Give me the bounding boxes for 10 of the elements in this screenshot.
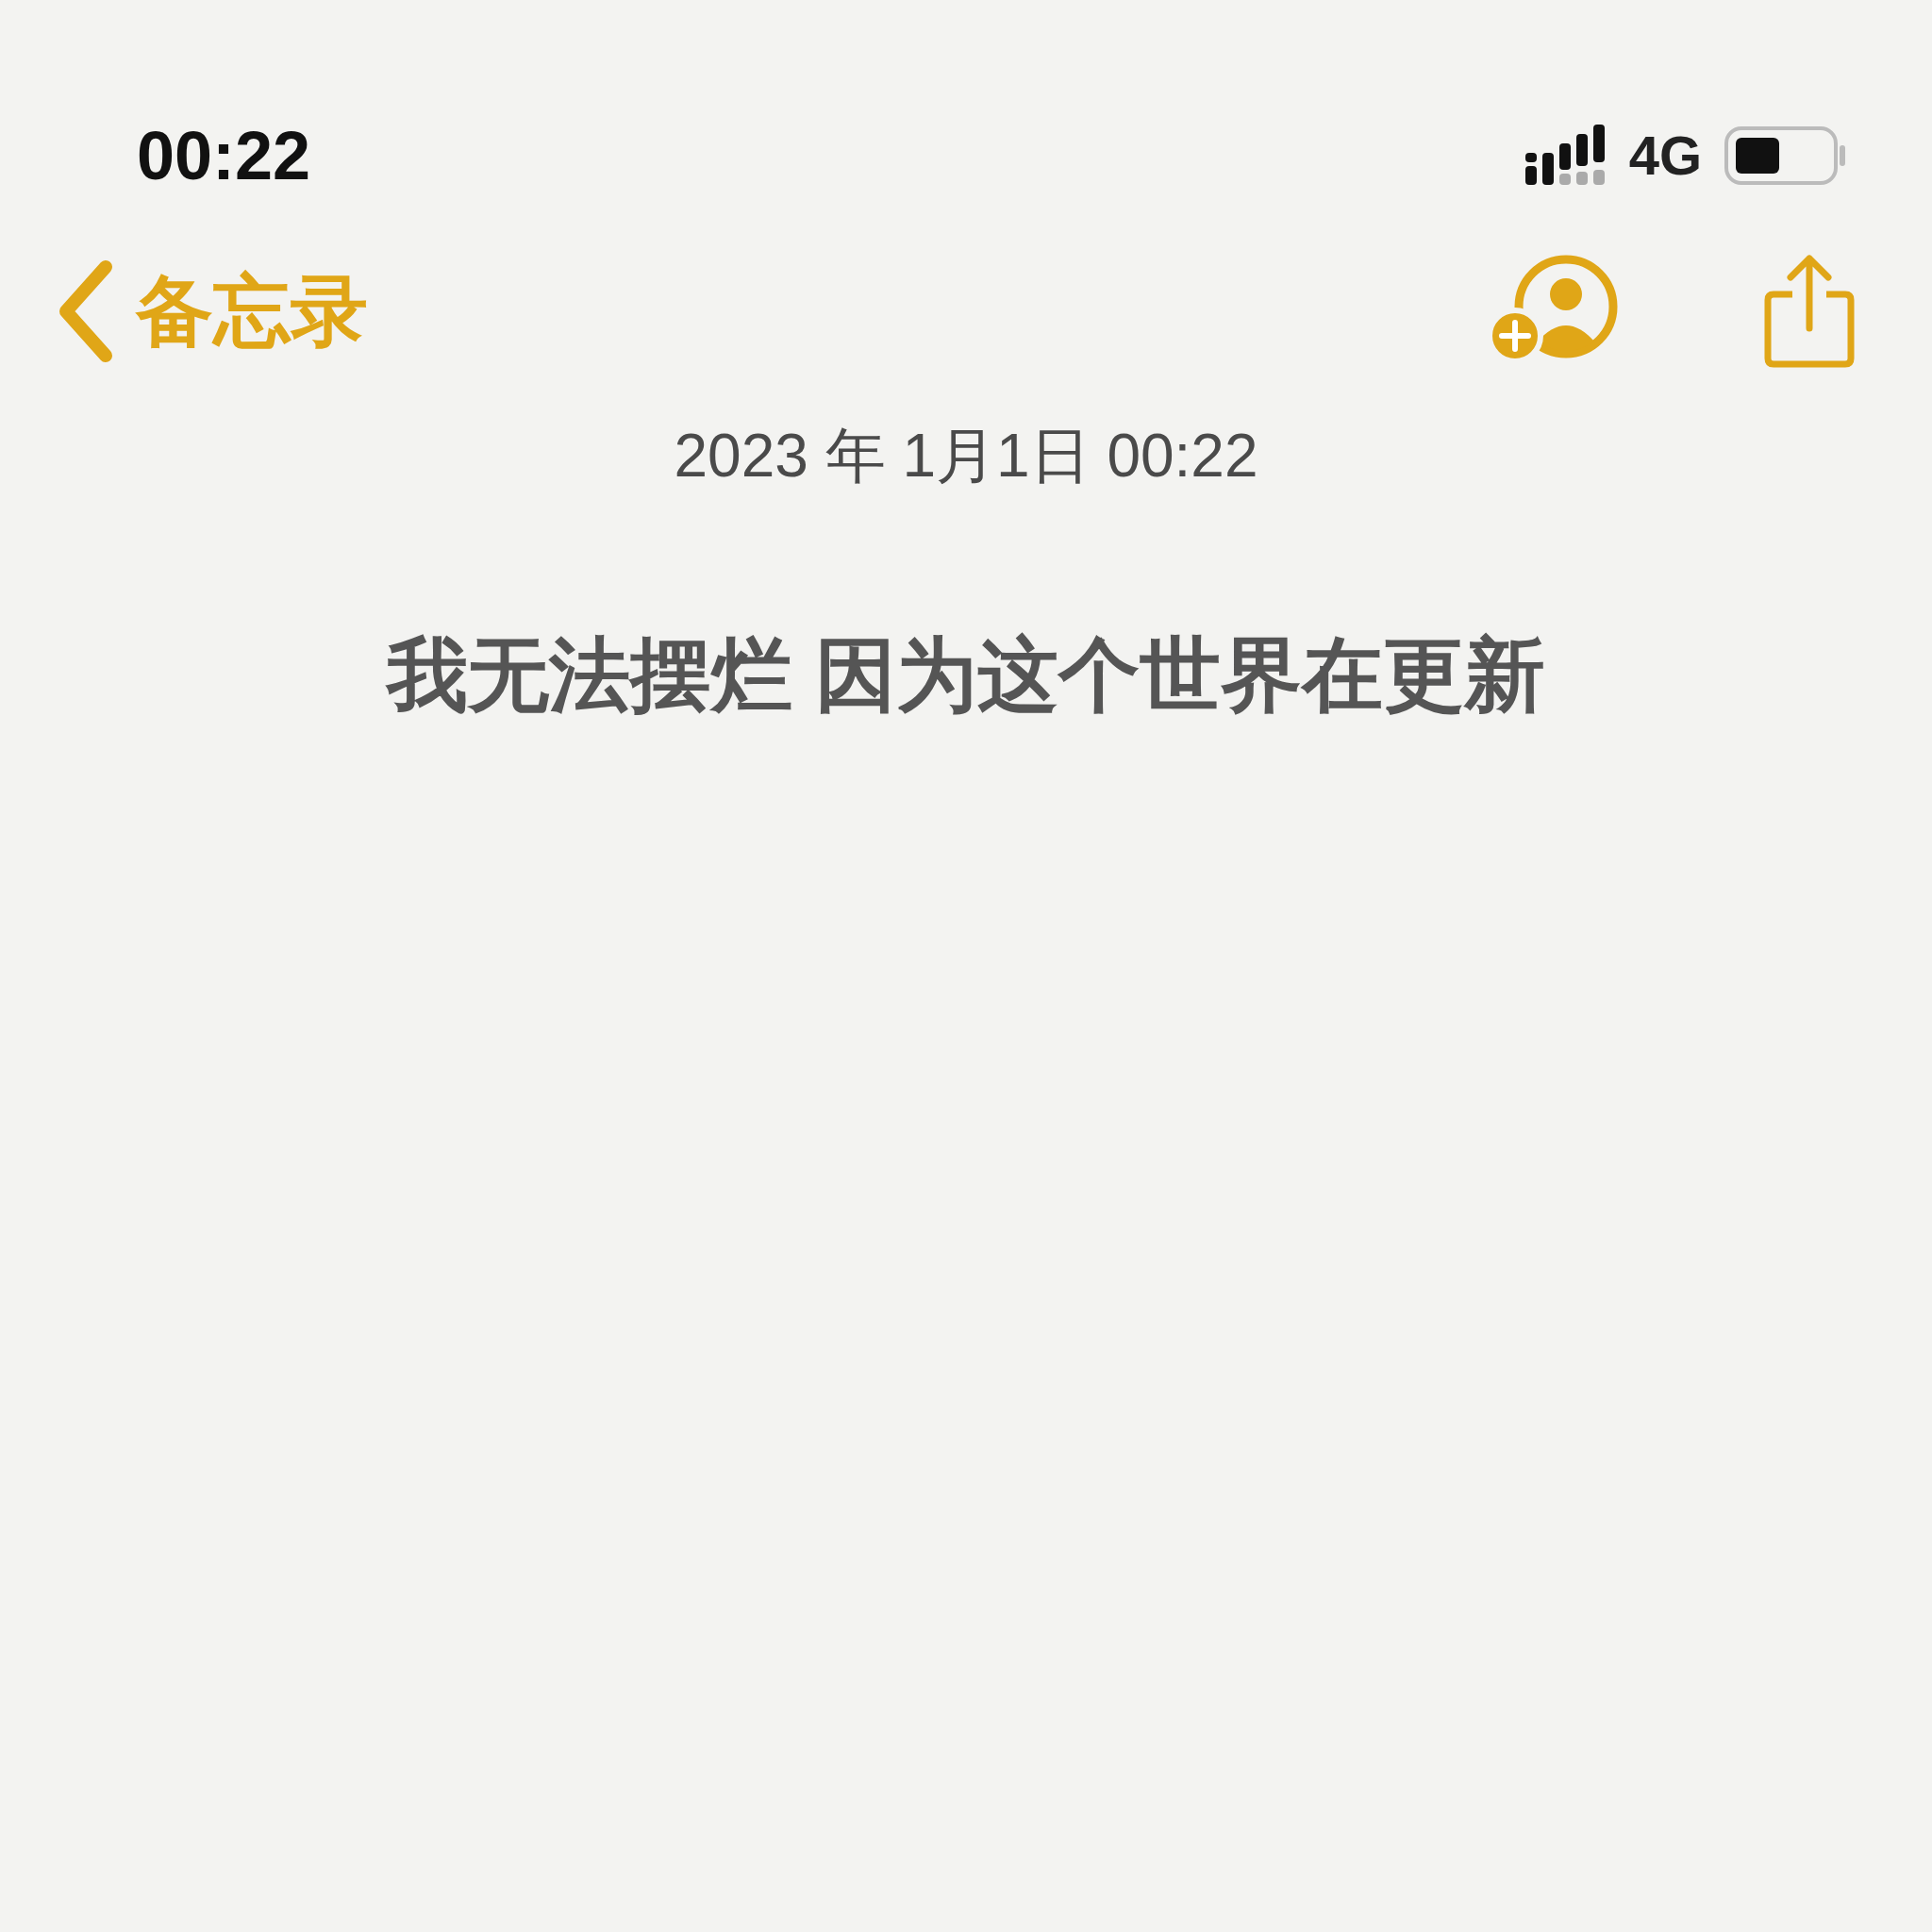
share-icon <box>1762 253 1857 370</box>
chevron-left-icon <box>57 259 113 363</box>
back-button[interactable]: 备忘录 <box>57 259 368 363</box>
signal-icon <box>1524 125 1607 187</box>
note-date: 2023 年 1月1日 00:22 <box>673 421 1259 491</box>
note-text: 我无法摆烂 因为这个世界在更新 <box>387 628 1545 722</box>
network-type: 4G <box>1628 128 1702 183</box>
share-button[interactable] <box>1762 253 1857 370</box>
battery-icon <box>1724 126 1847 185</box>
status-time: 00:22 <box>137 122 311 190</box>
